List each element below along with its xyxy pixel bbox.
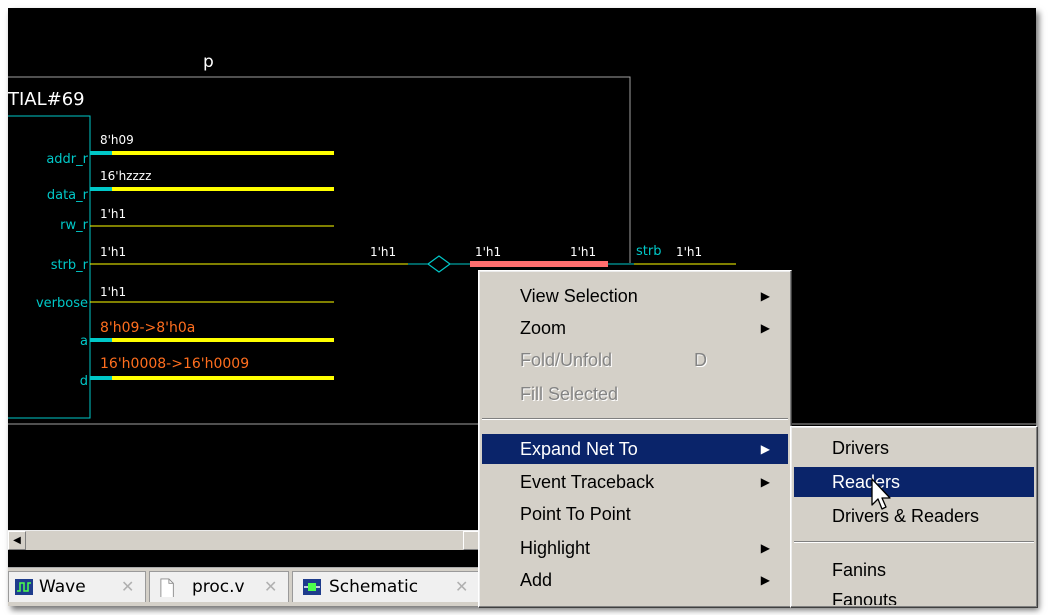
port-label-data[interactable]: data_r [47,188,88,204]
menu-item-label: Expand Net To [520,439,638,459]
strb-net-value-1: 1'h1 [370,245,397,259]
port-stub-data [90,187,112,191]
net-value-verbose: 1'h1 [100,285,127,299]
submenu-item-fanouts[interactable]: Fanouts [794,585,1034,605]
port-label-addr[interactable]: addr_r [46,152,88,168]
menu-item-point-to-point[interactable]: Point To Point [482,499,788,529]
menu-item-label: Point To Point [520,504,631,524]
output-port-value: 1'h1 [676,245,703,259]
submenu-item-drivers-readers[interactable]: Drivers & Readers [794,501,1034,531]
horizontal-scrollbar[interactable]: ◀ [8,530,479,550]
bus-addr [112,151,334,155]
menu-item-view-selection[interactable]: View Selection ▶ [482,281,788,311]
menu-item-label: Fold/Unfold [520,350,613,370]
scroll-left-icon[interactable]: ◀ [8,531,26,550]
port-label-rw[interactable]: rw_r [60,218,88,234]
tab-wave-label: Wave [39,577,86,597]
strb-net-value-3: 1'h1 [570,245,597,259]
submenu-item-label: Drivers & Readers [832,506,980,526]
submenu-arrow-icon: ▶ [760,573,770,587]
close-icon[interactable]: ✕ [121,572,134,602]
net-value-addr: 8'h09 [100,133,134,147]
submenu-item-label: Fanins [832,560,887,580]
submenu-separator [794,541,1034,543]
menu-separator [482,418,788,420]
context-menu: View Selection ▶ Zoom ▶ Fold/Unfold D Fi… [478,270,792,608]
submenu-arrow-icon: ▶ [760,442,770,456]
schematic-icon [303,579,321,595]
port-stub-d [90,376,112,380]
port-label-a[interactable]: a [80,334,88,350]
menu-item-event-traceback[interactable]: Event Traceback ▶ [482,467,788,497]
tab-schematic[interactable]: Schematic ✕ [292,571,480,602]
tab-wave[interactable]: Wave ✕ [8,571,146,602]
port-stub-a [90,338,112,342]
bus-d [112,376,334,380]
menu-item-add[interactable]: Add ▶ [482,565,788,595]
net-value-a: 8'h09->8'h0a [100,320,196,336]
menu-item-label: Highlight [520,538,591,558]
expand-net-submenu: Drivers Readers Drivers & Readers Fanins… [790,426,1038,608]
submenu-item-label: Fanouts [832,590,898,605]
net-value-d: 16'h0008->16'h0009 [100,356,250,372]
submenu-arrow-icon: ▶ [760,289,770,303]
menu-item-label: View Selection [520,286,638,306]
port-label-d[interactable]: d [80,374,88,390]
menu-item-fill-selected[interactable]: Fill Selected [482,379,788,409]
port-label-verbose[interactable]: verbose [36,296,88,312]
menu-item-shortcut: D [694,350,707,370]
tab-proc-v[interactable]: proc.v ✕ [149,571,289,602]
bus-data [112,187,334,191]
bus-a [112,338,334,342]
submenu-item-readers[interactable]: Readers [794,467,1034,497]
menu-item-label: Zoom [520,318,567,338]
net-value-rw: 1'h1 [100,207,127,221]
mouse-cursor-icon [871,478,891,510]
submenu-item-drivers[interactable]: Drivers [794,433,1034,463]
wave-icon [15,579,33,595]
highlighted-net [470,261,608,267]
submenu-arrow-icon: ▶ [760,541,770,555]
menu-item-label: Add [520,570,553,590]
menu-item-label: Event Traceback [520,472,655,492]
net-junction-diamond [426,255,452,273]
menu-item-highlight[interactable]: Highlight ▶ [482,533,788,563]
menu-item-fold-unfold[interactable]: Fold/Unfold D [482,345,788,375]
tab-proc-v-label: proc.v [192,577,245,597]
submenu-arrow-icon: ▶ [760,321,770,335]
tab-schematic-label: Schematic [329,577,419,597]
output-port-label[interactable]: strb [636,244,661,260]
submenu-arrow-icon: ▶ [760,475,770,489]
strb-net-value-2: 1'h1 [475,245,502,259]
menu-item-expand-net-to[interactable]: Expand Net To ▶ [482,434,788,464]
menu-item-zoom[interactable]: Zoom ▶ [482,313,788,343]
menu-item-label: Fill Selected [520,384,619,404]
close-icon[interactable]: ✕ [455,572,468,602]
port-label-strb[interactable]: strb_r [51,258,88,274]
scroll-thumb[interactable] [463,531,479,550]
block-title: p [203,52,214,72]
close-icon[interactable]: ✕ [264,572,277,602]
document-icon [160,578,174,597]
instance-label: TIAL#69 [8,89,85,110]
net-value-data: 16'hzzzz [100,169,152,183]
port-stub-addr [90,151,112,155]
submenu-item-fanins[interactable]: Fanins [794,555,1034,585]
submenu-item-label: Drivers [832,438,889,458]
net-value-strb: 1'h1 [100,245,127,259]
